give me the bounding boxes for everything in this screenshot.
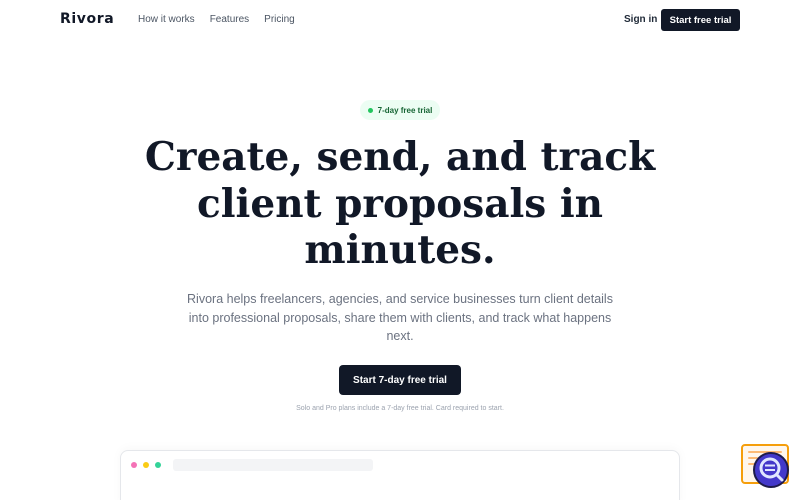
search-chat-widget-icon[interactable] bbox=[753, 452, 789, 488]
magnifier-icon bbox=[759, 457, 784, 482]
start-7-day-trial-button[interactable]: Start 7-day free trial bbox=[339, 365, 461, 395]
window-close-dot-icon bbox=[131, 462, 137, 468]
preview-address-bar bbox=[173, 459, 373, 471]
top-navigation: Rivora How it works Features Pricing Sig… bbox=[0, 0, 800, 40]
nav-link-how-it-works[interactable]: How it works bbox=[138, 14, 195, 25]
start-free-trial-button[interactable]: Start free trial bbox=[661, 9, 740, 31]
trial-badge: 7-day free trial bbox=[360, 100, 440, 120]
hero-headline: Create, send, and track client proposals… bbox=[100, 134, 700, 274]
window-maximize-dot-icon bbox=[155, 462, 161, 468]
window-minimize-dot-icon bbox=[143, 462, 149, 468]
search-chat-widget[interactable] bbox=[741, 444, 791, 490]
product-preview-window bbox=[120, 450, 680, 500]
headline-line-3: minutes. bbox=[304, 227, 496, 273]
trial-note: Solo and Pro plans include a 7-day free … bbox=[296, 405, 504, 412]
subtitle-line-2: into professional proposals, share them … bbox=[188, 310, 612, 325]
trial-badge-label: 7-day free trial bbox=[377, 105, 433, 115]
status-dot-icon bbox=[367, 107, 373, 113]
subtitle-line-3: next. bbox=[386, 329, 414, 343]
nav-link-features[interactable]: Features bbox=[210, 14, 249, 25]
hero-subtitle: Rivora helps freelancers, agencies, and … bbox=[180, 290, 620, 346]
headline-line-2: client proposals in bbox=[197, 180, 603, 227]
sign-in-link[interactable]: Sign in bbox=[624, 14, 657, 25]
nav-link-pricing[interactable]: Pricing bbox=[264, 14, 295, 25]
logo[interactable]: Rivora bbox=[60, 11, 114, 27]
headline-line-1: Create, send, and track bbox=[144, 134, 656, 180]
subtitle-line-1: Rivora helps freelancers, agencies, and … bbox=[187, 292, 613, 306]
nav-links: How it works Features Pricing bbox=[138, 14, 295, 25]
